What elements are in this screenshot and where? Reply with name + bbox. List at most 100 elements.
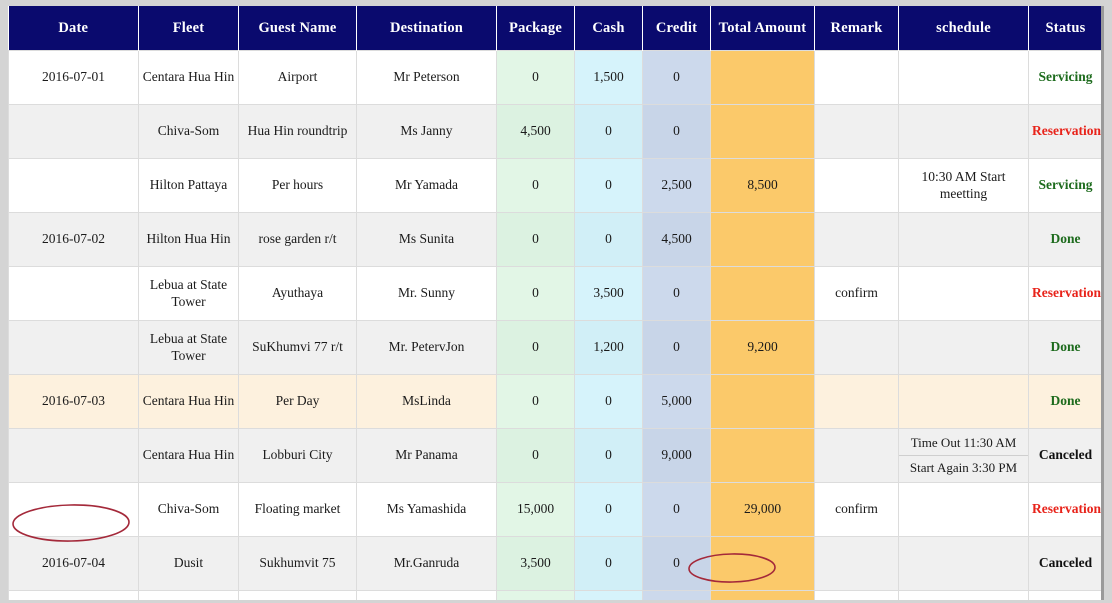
- cell-package-text: 0: [500, 393, 571, 410]
- column-header-total-amount[interactable]: Total Amount: [711, 6, 815, 51]
- cell-fleet: Lebua at State Tower: [139, 267, 239, 321]
- cell-fleet-text: Chiva-Som: [142, 501, 235, 518]
- cell-credit: 0: [643, 267, 711, 321]
- cell-package-text: 0: [500, 69, 571, 86]
- cell-guest-name-text: SuKhumvi 77 r/t: [242, 339, 353, 356]
- cell-status: Canceled: [1029, 537, 1103, 591]
- cell-date: 2016-07-01: [9, 51, 139, 105]
- cell-actions: EDIT: [1103, 537, 1105, 591]
- cell-fleet-text: Hilton Pattaya: [142, 177, 235, 194]
- cell-cash: 0: [575, 483, 643, 537]
- cell-cash-text: 0: [578, 501, 639, 518]
- cell-credit: 9,000: [643, 429, 711, 483]
- column-header-destination[interactable]: Destination: [357, 6, 497, 51]
- cell-fleet: Dusit: [139, 537, 239, 591]
- cell-remark: [815, 51, 899, 105]
- booking-table-scroll-area[interactable]: Date Fleet Guest Name Destination Packag…: [8, 6, 1104, 600]
- column-header-cash[interactable]: Cash: [575, 6, 643, 51]
- status-badge: Canceled: [1039, 555, 1092, 570]
- cell-fleet: Centara Hua Hin: [139, 375, 239, 429]
- cell-destination-text: Mr Panama: [360, 447, 493, 464]
- cell-remark: [815, 213, 899, 267]
- cell-cash-text: 0: [578, 447, 639, 464]
- cell-destination: Ms Sunita: [357, 213, 497, 267]
- cell-credit-text: 0: [646, 555, 707, 572]
- status-badge: Done: [1051, 339, 1081, 354]
- cell-fleet-text: Centara Hua Hin: [142, 69, 235, 86]
- table-body: 2016-07-01Centara Hua HinAirportMr Peter…: [9, 51, 1105, 601]
- cell-status: Canceled: [1029, 429, 1103, 483]
- cell-status: Reservation: [1029, 105, 1103, 159]
- cell-total-amount: 29,000: [711, 483, 815, 537]
- cell-cash-text: 1,500: [578, 69, 639, 86]
- cell-credit: 2,500: [643, 159, 711, 213]
- cell-fleet: Chiva-Som: [139, 483, 239, 537]
- cell-actions: EDIT: [1103, 213, 1105, 267]
- cell-schedule: [899, 51, 1029, 105]
- table-header: Date Fleet Guest Name Destination Packag…: [9, 6, 1105, 51]
- cell-cash-text: 0: [578, 177, 639, 194]
- cell-cash-text: 0: [578, 123, 639, 140]
- cell-package: 3,500: [497, 537, 575, 591]
- cell-remark: [815, 429, 899, 483]
- cell-destination-text: Mr Peterson: [360, 69, 493, 86]
- table-row: Chiva-SomFloating marketMs Yamashida15,0…: [9, 483, 1105, 537]
- cell-guest-name-text: Airport: [242, 69, 353, 86]
- cell-cash-text: 0: [578, 231, 639, 248]
- cell-fleet-text: Lebua at State Tower: [142, 277, 235, 311]
- table-header-row: Date Fleet Guest Name Destination Packag…: [9, 6, 1105, 51]
- cell-credit: 0: [643, 51, 711, 105]
- column-header-fleet[interactable]: Fleet: [139, 6, 239, 51]
- cell-package-text: 4,500: [500, 123, 571, 140]
- status-badge: Servicing: [1039, 69, 1093, 84]
- cell-cash-text: 3,500: [578, 285, 639, 302]
- column-header-credit[interactable]: Credit: [643, 6, 711, 51]
- cell-package: 4,500: [497, 105, 575, 159]
- cell-total-amount-text: 29,000: [714, 501, 811, 518]
- cell-guest-name: Sukhumvit 75: [239, 537, 357, 591]
- cell-cash-text: 1,200: [578, 339, 639, 356]
- cell-status: Done: [1029, 375, 1103, 429]
- cell-remark-text: confirm: [818, 501, 895, 518]
- cell-date: 2016-07-04: [9, 537, 139, 591]
- cell-total-amount: 8,500: [711, 159, 815, 213]
- cell-total-amount: [711, 213, 815, 267]
- cell-total-amount-text: 9,200: [714, 339, 811, 356]
- cell-package-text: 0: [500, 285, 571, 302]
- cell-guest-name: rose garden r/t: [239, 213, 357, 267]
- column-header-status[interactable]: Status: [1029, 6, 1103, 51]
- cell-date: 2016-07-02: [9, 213, 139, 267]
- cell-actions: EDIT: [1103, 105, 1105, 159]
- cell-guest-name: Ayuthaya: [239, 267, 357, 321]
- schedule-line: Time Out 11:30 AM: [899, 431, 1028, 456]
- cell-actions: EDIT: [1103, 51, 1105, 105]
- column-header-guest-name[interactable]: Guest Name: [239, 6, 357, 51]
- cell-cash: 0: [575, 429, 643, 483]
- column-header-package[interactable]: Package: [497, 6, 575, 51]
- column-header-schedule[interactable]: schedule: [899, 6, 1029, 51]
- cell-cash: 0: [575, 213, 643, 267]
- cell-total-amount: [711, 267, 815, 321]
- status-badge: Canceled: [1039, 447, 1092, 462]
- schedule-line: Start Again 3:30 PM: [899, 456, 1028, 480]
- cell-guest-name: Lobburi City: [239, 429, 357, 483]
- cell-cash: 3,500: [575, 267, 643, 321]
- cell-remark: [815, 321, 899, 375]
- cell-date: 2016-07-03: [9, 375, 139, 429]
- booking-table: Date Fleet Guest Name Destination Packag…: [8, 6, 1104, 600]
- column-header-remark[interactable]: Remark: [815, 6, 899, 51]
- cell-package-text: 3,500: [500, 555, 571, 572]
- cell-destination-text: Mr Yamada: [360, 177, 493, 194]
- cell-package: 0: [497, 213, 575, 267]
- cell-destination: Mr.Ganruda: [357, 537, 497, 591]
- status-badge: Reservation: [1032, 123, 1101, 138]
- cell-status: Reservation: [1029, 267, 1103, 321]
- cell-package: 15,000: [497, 483, 575, 537]
- cell-remark: [815, 591, 899, 601]
- cell-destination: Ms Janny: [357, 105, 497, 159]
- column-header-date[interactable]: Date: [9, 6, 139, 51]
- table-row: 2016-07-02Hilton Hua Hinrose garden r/tM…: [9, 213, 1105, 267]
- cell-fleet: Centara Hua Hin: [139, 51, 239, 105]
- cell-package-text: 15,000: [500, 501, 571, 518]
- cell-destination: Mr. Sunny: [357, 267, 497, 321]
